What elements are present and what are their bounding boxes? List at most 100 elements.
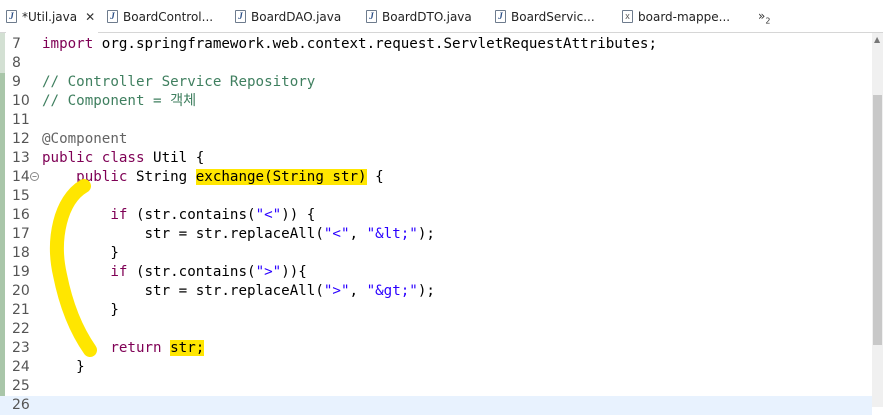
code-token: Util { — [144, 150, 205, 166]
close-icon[interactable]: ✕ — [85, 10, 95, 24]
scrollbar-thumb[interactable] — [873, 95, 882, 345]
line-number: 8 — [12, 55, 21, 71]
code-token: str = str.replaceAll( — [42, 226, 324, 242]
code-text: } — [42, 301, 119, 320]
code-line[interactable]: 8 — [0, 54, 872, 73]
code-line[interactable]: 11 — [0, 111, 872, 130]
code-token: } — [42, 302, 119, 318]
code-line[interactable]: 24 } — [0, 358, 872, 377]
code-text: str = str.replaceAll("<", "&lt;"); — [42, 225, 435, 244]
code-text: @Component — [42, 130, 127, 149]
tab-label: BoardControl... — [123, 9, 214, 24]
code-token: , — [349, 226, 367, 242]
tab-label: board-mappe... — [638, 9, 731, 24]
vertical-scrollbar[interactable]: ▲ — [872, 33, 883, 407]
code-token: org.springframework.web.context.request.… — [93, 36, 657, 52]
tab-overflow-button[interactable]: »2 — [758, 9, 770, 25]
line-number: 14 — [12, 169, 30, 185]
code-text: return str; — [42, 339, 205, 358]
code-text: // Controller Service Repository — [42, 73, 315, 92]
code-token: , — [349, 283, 367, 299]
tab-board-mapper[interactable]: x board-mappe... — [622, 0, 730, 33]
tab-boarddto[interactable]: J BoardDTO.java — [366, 0, 472, 33]
code-line[interactable]: 15 — [0, 187, 872, 206]
code-text: // Component = 객체 — [42, 92, 196, 111]
code-line[interactable]: 23 return str; — [0, 339, 872, 358]
tab-label: BoardDAO.java — [251, 9, 342, 24]
java-file-icon: J — [235, 10, 246, 23]
line-number: 9 — [12, 74, 21, 90]
line-number: 16 — [12, 207, 30, 223]
overflow-count: 2 — [765, 16, 771, 26]
editor-tab-bar: J *Util.java ✕ J BoardControl... J Board… — [0, 0, 883, 33]
line-number: 23 — [12, 340, 30, 356]
code-line[interactable]: 21 } — [0, 301, 872, 320]
java-file-icon: J — [107, 10, 118, 23]
code-token: ); — [417, 283, 435, 299]
line-number: 10 — [12, 93, 30, 109]
line-number: 7 — [12, 36, 21, 52]
code-token: "&gt;" — [366, 283, 418, 299]
code-token: // Component = 객체 — [42, 93, 197, 109]
tab-label: BoardDTO.java — [382, 9, 472, 24]
code-text: public String exchange(String str) { — [42, 168, 384, 187]
code-token: } — [42, 245, 119, 261]
tab-boardservice[interactable]: J BoardServic... — [495, 0, 595, 33]
line-number: 18 — [12, 245, 30, 261]
code-text: if (str.contains(">")){ — [42, 263, 306, 282]
tab-boardcontroller[interactable]: J BoardControl... — [107, 0, 213, 33]
code-token: str = str.replaceAll( — [42, 283, 324, 299]
line-number: 26 — [12, 397, 30, 413]
java-file-icon: J — [366, 10, 377, 23]
code-token: if — [110, 264, 128, 280]
code-token: "&lt;" — [366, 226, 418, 242]
line-number: 11 — [12, 112, 30, 128]
code-line[interactable]: 25 — [0, 377, 872, 396]
code-token: public — [76, 169, 128, 185]
code-text: public class Util { — [42, 149, 204, 168]
code-token: "<" — [255, 207, 282, 223]
code-text: import org.springframework.web.context.r… — [42, 35, 657, 54]
code-line[interactable]: 13 public class Util { — [0, 149, 872, 168]
code-token: if — [110, 207, 128, 223]
tab-boarddao[interactable]: J BoardDAO.java — [235, 0, 341, 33]
line-number: 19 — [12, 264, 30, 280]
line-number: 21 — [12, 302, 30, 318]
code-token: return — [110, 340, 162, 356]
code-line[interactable]: 12 @Component — [0, 130, 872, 149]
code-line[interactable]: 14− public String exchange(String str) { — [0, 168, 872, 187]
code-line[interactable]: 10 // Component = 객체 — [0, 92, 872, 111]
code-line[interactable]: 16 if (str.contains("<")) { — [0, 206, 872, 225]
code-token: public class — [42, 150, 145, 166]
code-token: ); — [417, 226, 435, 242]
code-line[interactable]: 19 if (str.contains(">")){ — [0, 263, 872, 282]
code-token: ">" — [323, 283, 350, 299]
line-number: 12 — [12, 131, 30, 147]
code-token: "<" — [323, 226, 350, 242]
code-token: // Controller Service Repository — [42, 74, 316, 90]
code-line[interactable]: 18 } — [0, 244, 872, 263]
java-file-icon: J — [495, 10, 506, 23]
scroll-up-icon[interactable]: ▲ — [874, 35, 880, 44]
code-line[interactable]: 9 // Controller Service Repository — [0, 73, 872, 92]
code-line[interactable]: 17 str = str.replaceAll("<", "&lt;"); — [0, 225, 872, 244]
code-line[interactable]: 20 str = str.replaceAll(">", "&gt;"); — [0, 282, 872, 301]
code-line[interactable]: 22 — [0, 320, 872, 339]
java-file-icon: J — [6, 10, 17, 23]
code-token: (str.contains( — [127, 264, 256, 280]
code-line[interactable]: 7 import org.springframework.web.context.… — [0, 35, 872, 54]
code-line[interactable]: 26 — [0, 396, 872, 415]
tab-util-java[interactable]: J *Util.java ✕ — [6, 0, 98, 33]
code-token: )) { — [281, 207, 316, 223]
code-token: import — [42, 36, 94, 52]
line-number: 20 — [12, 283, 30, 299]
tab-label: *Util.java — [22, 9, 78, 24]
code-text: } — [42, 244, 119, 263]
line-number: 13 — [12, 150, 30, 166]
code-editor[interactable]: 7 import org.springframework.web.context.… — [0, 33, 872, 415]
fold-collapse-icon[interactable]: − — [30, 172, 39, 181]
